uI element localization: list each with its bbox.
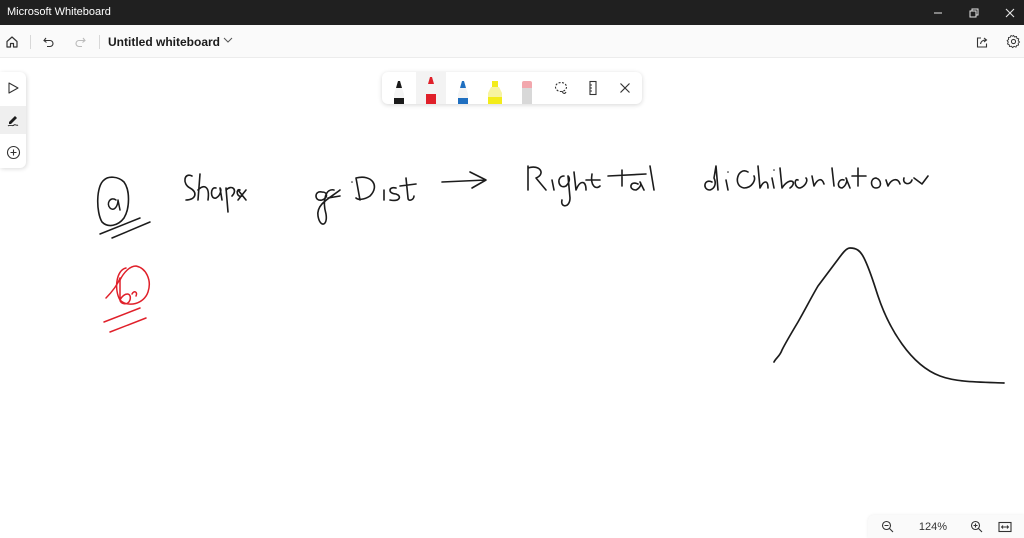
left-toolbar xyxy=(0,72,26,168)
zoom-level[interactable]: 124% xyxy=(912,521,954,533)
zoom-in-icon xyxy=(970,520,982,533)
eraser-button[interactable] xyxy=(512,72,542,104)
gear-icon xyxy=(1006,34,1020,49)
add-content-button[interactable] xyxy=(0,138,26,166)
inking-tool-button[interactable] xyxy=(0,106,26,134)
restore-icon xyxy=(969,8,979,17)
home-icon xyxy=(6,35,18,48)
app-header: Untitled whiteboard xyxy=(0,25,1024,58)
black-pen-button[interactable] xyxy=(384,72,414,104)
app-title: Microsoft Whiteboard xyxy=(7,6,111,18)
fit-screen-icon xyxy=(998,521,1012,532)
close-window-button[interactable] xyxy=(992,0,1024,25)
share-button[interactable] xyxy=(970,25,994,58)
home-button[interactable] xyxy=(0,25,24,58)
undo-icon xyxy=(43,37,54,47)
blue-pen-icon xyxy=(458,81,468,104)
redo-button[interactable] xyxy=(68,25,92,58)
red-pen-button[interactable] xyxy=(416,72,446,104)
zoom-bar: 124% xyxy=(868,515,1024,538)
red-pen-icon xyxy=(426,77,436,104)
pen-icon xyxy=(7,116,19,127)
whiteboard-canvas[interactable] xyxy=(0,59,1024,538)
fit-to-screen-button[interactable] xyxy=(992,515,1018,538)
plus-circle-icon xyxy=(6,145,20,159)
ruler-button[interactable] xyxy=(578,72,608,104)
restore-button[interactable] xyxy=(956,0,992,25)
board-title[interactable]: Untitled whiteboard xyxy=(108,35,220,49)
lasso-select-button[interactable] xyxy=(546,72,576,104)
blue-pen-button[interactable] xyxy=(448,72,478,104)
minimize-button[interactable] xyxy=(920,0,956,25)
ink-toolbar xyxy=(382,72,642,104)
share-icon xyxy=(976,36,988,48)
chevron-down-icon xyxy=(223,37,233,43)
separator xyxy=(30,35,31,49)
black-pen-icon xyxy=(394,81,404,104)
pointer-icon xyxy=(8,82,19,94)
lasso-icon xyxy=(554,81,568,94)
close-ink-toolbar-button[interactable] xyxy=(610,72,640,104)
redo-icon xyxy=(75,37,86,47)
zoom-out-icon xyxy=(881,520,893,533)
close-icon xyxy=(620,83,630,93)
settings-button[interactable] xyxy=(1001,25,1024,58)
separator xyxy=(99,35,100,49)
highlighter-icon xyxy=(488,81,502,104)
yellow-highlighter-button[interactable] xyxy=(480,72,510,104)
title-bar: Microsoft Whiteboard xyxy=(0,0,1024,25)
zoom-out-button[interactable] xyxy=(874,515,900,538)
minimize-icon xyxy=(934,12,942,13)
select-tool-button[interactable] xyxy=(0,74,26,102)
zoom-in-button[interactable] xyxy=(963,515,989,538)
board-menu-button[interactable] xyxy=(222,33,234,52)
undo-button[interactable] xyxy=(37,25,61,58)
close-icon xyxy=(1005,8,1015,17)
ruler-icon xyxy=(589,80,597,96)
eraser-icon xyxy=(522,81,532,104)
